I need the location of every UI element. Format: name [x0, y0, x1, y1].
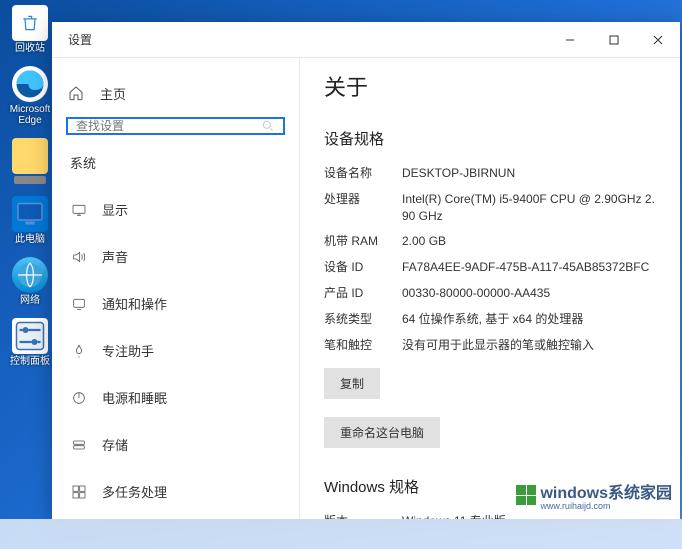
maximize-button[interactable] [592, 22, 636, 58]
sidebar: 主页 系统 显示 声音 通知和操作 专注助手 [52, 58, 300, 519]
spec-value: 00330-80000-00000-AA435 [402, 285, 656, 302]
minimize-icon [565, 35, 575, 45]
spec-key: 设备名称 [324, 165, 402, 182]
sidebar-section-header: 系统 [62, 153, 289, 186]
home-icon [68, 85, 86, 103]
main-content: 关于 设备规格 设备名称 DESKTOP-JBIRNUN 处理器 Intel(R… [300, 58, 680, 519]
desktop-icon-label: 回收站 [15, 43, 45, 54]
notifications-icon [70, 295, 88, 313]
spec-key: 设备 ID [324, 259, 402, 276]
watermark: windows系统家园 www.ruihaijd.com [516, 479, 672, 511]
desktop-icon-this-pc[interactable]: 此电脑 [5, 196, 55, 245]
sidebar-item-label: 存储 [102, 435, 128, 454]
folder-icon [12, 138, 48, 174]
desktop-icon-folder[interactable] [5, 138, 55, 184]
copy-button[interactable]: 复制 [324, 368, 380, 399]
spec-key: 产品 ID [324, 285, 402, 302]
desktop-icons: 回收站 Microsoft Edge 此电脑 网络 控制面板 [5, 5, 55, 367]
spec-row-system-type: 系统类型 64 位操作系统, 基于 x64 的处理器 [324, 311, 656, 328]
desktop-icon-edge[interactable]: Microsoft Edge [5, 66, 55, 126]
settings-window: 设置 主页 系统 [52, 22, 680, 519]
network-icon [12, 257, 48, 293]
storage-icon [70, 436, 88, 454]
page-title: 关于 [324, 70, 656, 102]
sidebar-item-sound[interactable]: 声音 [62, 233, 289, 280]
close-button[interactable] [636, 22, 680, 58]
sidebar-item-focus-assist[interactable]: 专注助手 [62, 327, 289, 374]
sidebar-item-label: 通知和操作 [102, 294, 167, 313]
search-icon [261, 119, 275, 133]
spec-key: 笔和触控 [324, 337, 402, 354]
desktop-icon-control-panel[interactable]: 控制面板 [5, 318, 55, 367]
recycle-bin-icon [12, 5, 48, 41]
watermark-url: www.ruihaijd.com [540, 501, 672, 511]
desktop-icon-label [14, 176, 46, 184]
edge-icon [12, 66, 48, 102]
sidebar-item-storage[interactable]: 存储 [62, 421, 289, 468]
display-icon [70, 201, 88, 219]
spec-value: 2.00 GB [402, 233, 656, 250]
sidebar-item-label: 专注助手 [102, 341, 154, 360]
multitasking-icon [70, 483, 88, 501]
home-link[interactable]: 主页 [62, 76, 289, 117]
window-title: 设置 [68, 31, 548, 48]
watermark-logo-icon [516, 485, 536, 505]
this-pc-icon [12, 196, 48, 232]
control-panel-icon [12, 318, 48, 354]
desktop-icon-label: 网络 [20, 295, 40, 306]
spec-value: 64 位操作系统, 基于 x64 的处理器 [402, 311, 656, 328]
desktop-icon-label: Microsoft Edge [5, 104, 55, 126]
focus-assist-icon [70, 342, 88, 360]
sidebar-item-power-sleep[interactable]: 电源和睡眠 [62, 374, 289, 421]
spec-row-product-id: 产品 ID 00330-80000-00000-AA435 [324, 285, 656, 302]
spec-value: FA78A4EE-9ADF-475B-A117-45AB85372BFC [402, 259, 656, 276]
title-bar: 设置 [52, 22, 680, 58]
watermark-text: windows系统家园 [540, 485, 672, 502]
spec-row-ram: 机带 RAM 2.00 GB [324, 233, 656, 250]
power-icon [70, 389, 88, 407]
device-specs-header: 设备规格 [324, 128, 656, 149]
minimize-button[interactable] [548, 22, 592, 58]
window-controls [548, 22, 680, 58]
sound-icon [70, 248, 88, 266]
spec-row-device-id: 设备 ID FA78A4EE-9ADF-475B-A117-45AB85372B… [324, 259, 656, 276]
rename-pc-button[interactable]: 重命名这台电脑 [324, 417, 440, 448]
desktop-icon-network[interactable]: 网络 [5, 257, 55, 306]
spec-row-device-name: 设备名称 DESKTOP-JBIRNUN [324, 165, 656, 182]
sidebar-item-display[interactable]: 显示 [62, 186, 289, 233]
desktop-icon-label: 控制面板 [10, 356, 50, 367]
desktop-icon-label: 此电脑 [15, 234, 45, 245]
content-area: 主页 系统 显示 声音 通知和操作 专注助手 [52, 58, 680, 519]
spec-value: Intel(R) Core(TM) i5-9400F CPU @ 2.90GHz… [402, 191, 656, 225]
spec-value: 没有可用于此显示器的笔或触控输入 [402, 337, 656, 354]
desktop-icon-recycle-bin[interactable]: 回收站 [5, 5, 55, 54]
spec-row-processor: 处理器 Intel(R) Core(TM) i5-9400F CPU @ 2.9… [324, 191, 656, 225]
sidebar-item-multitasking[interactable]: 多任务处理 [62, 468, 289, 515]
sidebar-item-label: 电源和睡眠 [102, 388, 167, 407]
sidebar-item-notifications[interactable]: 通知和操作 [62, 280, 289, 327]
sidebar-item-label: 多任务处理 [102, 482, 167, 501]
maximize-icon [609, 35, 619, 45]
home-label: 主页 [100, 84, 126, 103]
spec-key: 系统类型 [324, 311, 402, 328]
sidebar-item-label: 显示 [102, 200, 128, 219]
search-box[interactable] [66, 117, 285, 135]
sidebar-item-label: 声音 [102, 247, 128, 266]
close-icon [653, 35, 663, 45]
spec-row-pen-touch: 笔和触控 没有可用于此显示器的笔或触控输入 [324, 337, 656, 354]
taskbar[interactable] [0, 519, 682, 549]
spec-key: 机带 RAM [324, 233, 402, 250]
spec-key: 处理器 [324, 191, 402, 225]
search-input[interactable] [76, 119, 261, 133]
spec-value: DESKTOP-JBIRNUN [402, 165, 656, 182]
